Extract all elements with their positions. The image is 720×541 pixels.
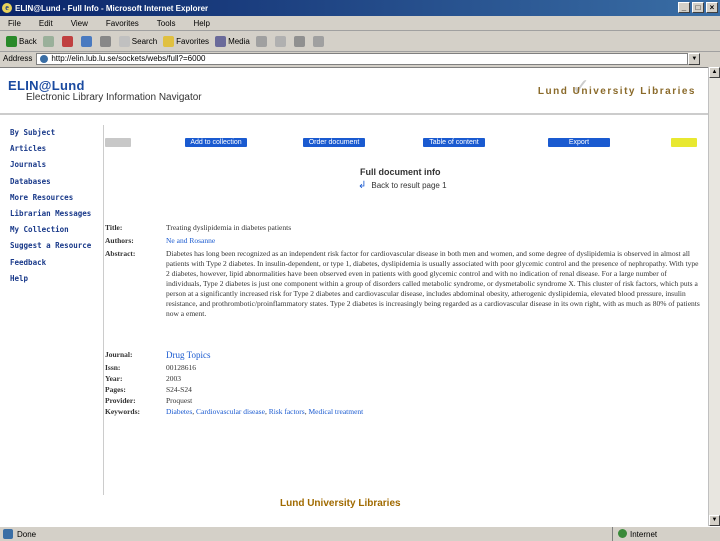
site-subtitle: Electronic Library Information Navigator <box>26 92 202 103</box>
site-header: ELIN@Lund Electronic Library Information… <box>8 78 202 103</box>
record-abstract: Diabetes has long been recognized as an … <box>166 249 700 318</box>
menu-edit[interactable]: Edit <box>39 19 53 28</box>
page-status-icon <box>3 529 13 539</box>
back-to-results-link[interactable]: ↲ Back to result page 1 <box>358 180 447 191</box>
record-pages: S24-S24 <box>166 385 192 394</box>
keyword-link[interactable]: Risk factors <box>269 407 305 416</box>
stop-icon <box>61 35 73 47</box>
status-bar: Done Internet <box>0 526 720 541</box>
menu-favorites[interactable]: Favorites <box>106 19 139 28</box>
stop-button[interactable] <box>61 35 75 47</box>
scroll-up-button[interactable]: ▲ <box>709 67 720 78</box>
menu-help[interactable]: Help <box>193 19 209 28</box>
close-button[interactable]: × <box>706 2 718 13</box>
nav-suggest-resource[interactable]: Suggest a Resource <box>10 241 91 257</box>
record-provider: Proquest <box>166 396 193 405</box>
menu-view[interactable]: View <box>71 19 88 28</box>
nav-help[interactable]: Help <box>10 274 91 290</box>
order-document-button[interactable]: Order document <box>303 138 365 147</box>
add-to-collection-button[interactable]: Add to collection <box>185 138 247 147</box>
record-journal[interactable]: Drug Topics <box>166 350 701 360</box>
address-dropdown-button[interactable]: ▼ <box>688 52 701 65</box>
footer-brand: Lund University Libraries <box>280 498 401 509</box>
search-button[interactable]: Search <box>118 35 157 47</box>
mail-button[interactable] <box>274 35 288 47</box>
home-button[interactable] <box>99 35 113 47</box>
nav-articles[interactable]: Articles <box>10 144 91 160</box>
status-text: Done <box>17 529 37 539</box>
previous-arrow-button[interactable] <box>105 138 131 147</box>
maximize-button[interactable]: □ <box>692 2 704 13</box>
scroll-down-button[interactable]: ▼ <box>709 515 720 526</box>
address-bar: Address http://elin.lub.lu.se/sockets/we… <box>0 51 720 66</box>
record-year: 2003 <box>166 374 181 383</box>
history-icon <box>255 35 267 47</box>
menu-bar: File Edit View Favorites Tools Help <box>0 16 720 31</box>
forward-arrow-icon <box>42 35 54 47</box>
vertical-scrollbar[interactable]: ▲ ▼ <box>708 67 720 526</box>
edit-icon <box>312 35 324 47</box>
address-label: Address <box>3 54 33 63</box>
internet-zone-icon <box>618 529 627 538</box>
nav-feedback[interactable]: Feedback <box>10 258 91 274</box>
print-icon <box>293 35 305 47</box>
favorites-icon <box>163 35 175 47</box>
header-divider <box>0 113 708 115</box>
nav-journals[interactable]: Journals <box>10 160 91 176</box>
menu-file[interactable]: File <box>8 19 21 28</box>
history-button[interactable] <box>255 35 269 47</box>
nav-databases[interactable]: Databases <box>10 177 91 193</box>
return-arrow-icon: ↲ <box>358 180 367 191</box>
address-url: http://elin.lub.lu.se/sockets/webs/full?… <box>51 53 206 63</box>
favorites-button[interactable]: Favorites <box>163 35 209 47</box>
menu-tools[interactable]: Tools <box>157 19 176 28</box>
keyword-link[interactable]: Cardiovascular disease <box>196 407 265 416</box>
window-title: ELIN@Lund - Full Info - Microsoft Intern… <box>15 3 209 13</box>
browser-toolbar: Back Search Favorites Media <box>0 31 720 52</box>
next-arrow-button[interactable] <box>671 138 697 147</box>
refresh-button[interactable] <box>80 35 94 47</box>
record-authors[interactable]: Ne and Rosanne <box>166 236 701 246</box>
nav-divider <box>103 125 104 495</box>
media-icon <box>215 35 227 47</box>
nav-librarian-messages[interactable]: Librarian Messages <box>10 209 91 225</box>
record-keywords: Diabetes, Cardiovascular disease, Risk f… <box>166 407 364 416</box>
page-icon <box>40 54 49 63</box>
home-icon <box>99 35 111 47</box>
refresh-icon <box>80 35 92 47</box>
table-of-content-button[interactable]: Table of content <box>423 138 485 147</box>
window-titlebar: e ELIN@Lund - Full Info - Microsoft Inte… <box>0 0 720 16</box>
keyword-link[interactable]: Diabetes <box>166 407 192 416</box>
action-bar: Add to collection Order document Table o… <box>105 138 705 150</box>
nav-by-subject[interactable]: By Subject <box>10 128 91 144</box>
back-button[interactable]: Back <box>6 35 37 47</box>
minimize-button[interactable]: _ <box>678 2 690 13</box>
forward-button[interactable] <box>42 35 56 47</box>
edit-button[interactable] <box>312 35 326 47</box>
page-viewport: ELIN@Lund Electronic Library Information… <box>0 67 708 527</box>
site-logo[interactable]: ELIN@Lund <box>8 78 202 93</box>
media-button[interactable]: Media <box>215 35 250 47</box>
address-input[interactable]: http://elin.lub.lu.se/sockets/webs/full?… <box>36 52 689 65</box>
ie-icon: e <box>2 3 12 13</box>
page-title: Full document info <box>360 167 441 177</box>
zone-text: Internet <box>630 529 658 539</box>
university-brand[interactable]: Lund University Libraries <box>538 86 696 97</box>
nav-my-collection[interactable]: My Collection <box>10 225 91 241</box>
search-icon <box>118 35 130 47</box>
side-navigation: By Subject Articles Journals Databases M… <box>10 128 91 290</box>
record-title: Treating dyslipidemia in diabetes patien… <box>166 223 292 232</box>
keyword-link[interactable]: Medical treatment <box>308 407 363 416</box>
record-issn: 00128616 <box>166 363 196 372</box>
mail-icon <box>274 35 286 47</box>
nav-more-resources[interactable]: More Resources <box>10 193 91 209</box>
print-button[interactable] <box>293 35 307 47</box>
export-button[interactable]: Export <box>548 138 610 147</box>
back-arrow-icon <box>6 35 17 47</box>
